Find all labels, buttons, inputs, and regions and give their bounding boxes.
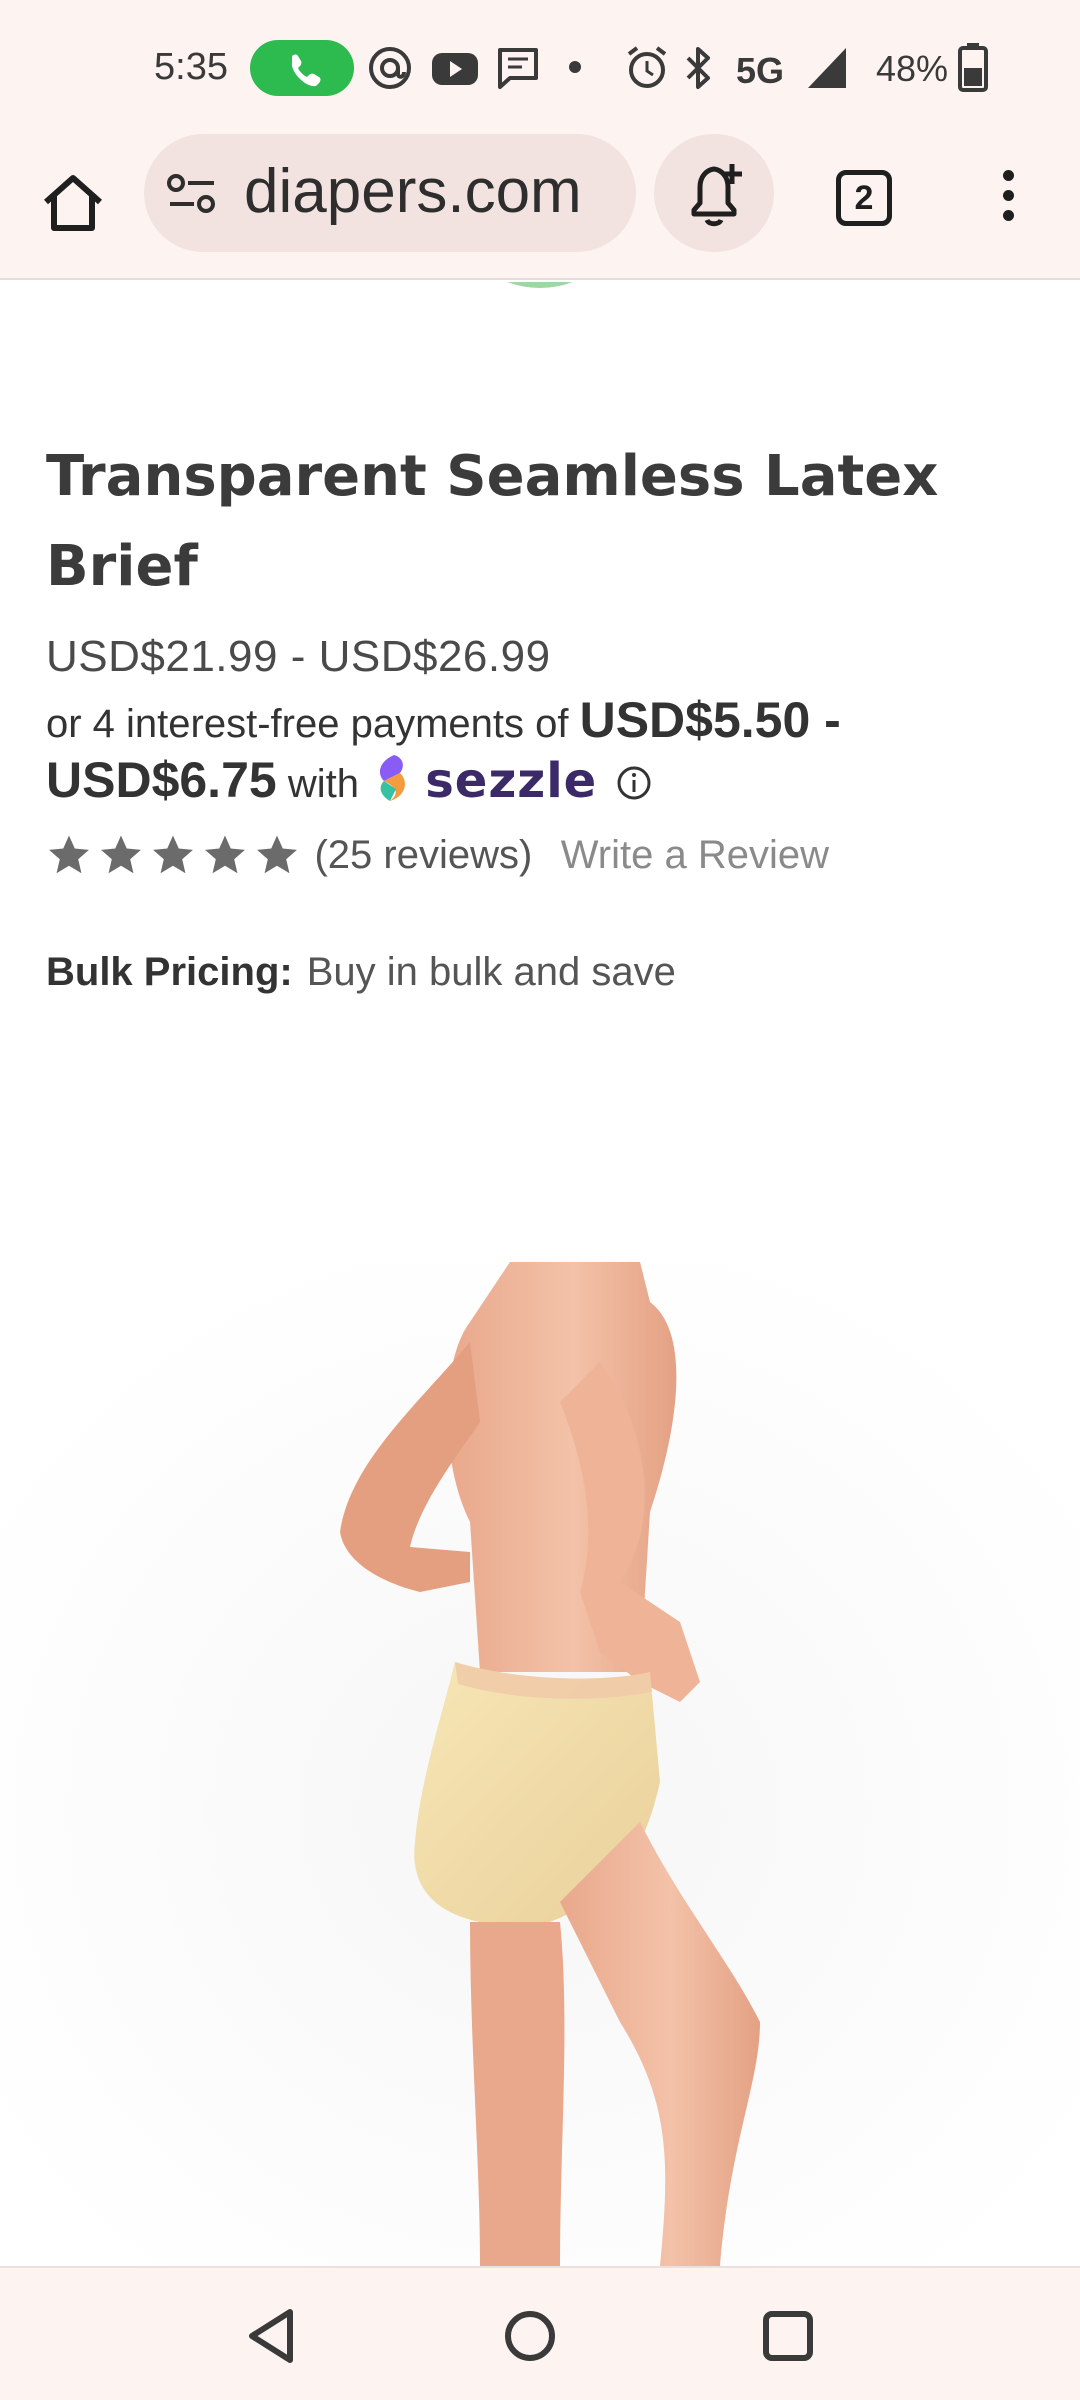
write-review-link[interactable]: Write a Review <box>561 833 829 878</box>
network-type: 5G <box>736 50 785 91</box>
more-menu-icon[interactable] <box>990 166 1026 230</box>
rating-row: (25 reviews) Write a Review <box>46 832 829 892</box>
recents-icon[interactable] <box>748 2296 828 2376</box>
alarm-icon <box>627 46 667 88</box>
browser-toolbar: diapers.com 2 <box>0 132 1080 280</box>
youtube-icon <box>432 53 478 85</box>
star-icon <box>205 835 245 874</box>
signal-icon <box>808 48 846 88</box>
review-count[interactable]: (25 reviews) <box>314 833 532 878</box>
threads-icon <box>369 47 411 89</box>
tabs-button[interactable]: 2 <box>836 170 892 226</box>
status-time: 5:35 <box>154 46 228 88</box>
bulk-pricing[interactable]: Bulk Pricing: Buy in bulk and save <box>46 950 676 995</box>
star-icon <box>257 835 297 874</box>
installment-info: or 4 interest-free payments of USD$5.50 … <box>46 692 1046 812</box>
bluetooth-icon <box>686 47 710 89</box>
product-image[interactable] <box>0 1262 1080 2266</box>
decorative-arc <box>448 282 632 288</box>
sezzle-wordmark[interactable]: sezzle <box>425 753 597 809</box>
installment-prefix: or 4 interest-free payments of <box>46 702 569 746</box>
star-rating <box>46 835 306 874</box>
dot-icon <box>569 61 581 73</box>
home-icon[interactable] <box>38 168 108 238</box>
info-icon[interactable] <box>616 765 652 801</box>
star-icon <box>49 835 89 874</box>
add-notification-icon <box>691 164 742 227</box>
back-icon[interactable] <box>232 2296 312 2376</box>
page-content: Transparent Seamless Latex Brief USD$21.… <box>0 282 1080 2266</box>
address-bar[interactable]: diapers.com <box>144 134 636 252</box>
site-settings-icon[interactable] <box>166 172 218 216</box>
bulk-pricing-text: Buy in bulk and save <box>306 950 676 994</box>
url-text: diapers.com <box>244 157 582 226</box>
system-navigation-bar <box>0 2266 1080 2400</box>
status-bar: 5:35 5G 48% <box>0 0 1080 132</box>
star-icon <box>101 835 141 874</box>
battery-icon <box>958 43 988 92</box>
home-circle-icon[interactable] <box>490 2296 570 2376</box>
product-title: Transparent Seamless Latex Brief <box>46 444 939 599</box>
battery-percent: 48% <box>876 48 949 89</box>
add-notification-button[interactable] <box>654 134 774 252</box>
call-icon <box>291 54 321 87</box>
bulk-pricing-label: Bulk Pricing: <box>46 950 293 994</box>
ongoing-call-indicator[interactable] <box>250 40 354 96</box>
price-range: USD$21.99 - USD$26.99 <box>46 632 551 681</box>
star-icon <box>153 835 193 874</box>
message-icon <box>498 48 538 89</box>
installment-with: with <box>287 762 359 806</box>
sezzle-logo-icon <box>380 755 406 801</box>
